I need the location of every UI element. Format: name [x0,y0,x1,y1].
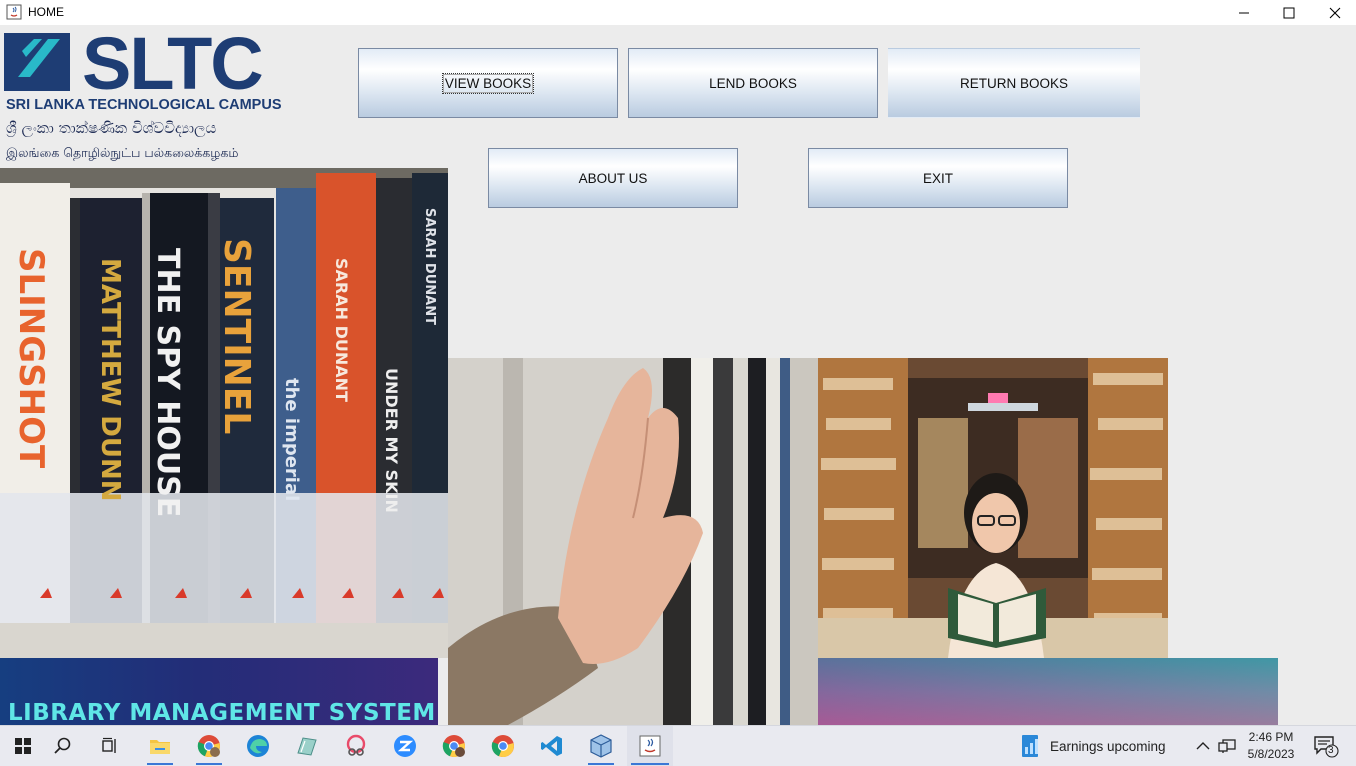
logo-tamil-text: இலங்கை தொழில்நுட்ப பல்கலைக்கழகம் [6,145,239,160]
notes-icon [297,737,317,756]
girl-reading-illustration [818,358,1168,658]
virtualbox-button[interactable] [578,726,624,766]
hand-on-shelf-image [448,358,818,725]
taskbar: Earnings upcoming 2:46 PM 5/8/2023 3 [0,725,1356,766]
lend-books-label: LEND BOOKS [709,75,797,91]
clock-date: 5/8/2023 [1247,747,1295,761]
zoom-icon [394,735,416,757]
system-clock[interactable]: 2:46 PM 5/8/2023 [1240,729,1302,763]
windows-icon [15,738,31,754]
news-widget-label: Earnings upcoming [1050,738,1166,754]
clock-time: 2:46 PM [1248,730,1294,744]
book-spines-illustration: SLINGSHOT MATTHEW DUNN THE SPY HOUSE SEN… [0,168,448,658]
zoom-button[interactable] [382,726,428,766]
notification-icon [1314,736,1339,758]
file-explorer-button[interactable] [137,726,183,766]
network-icon [1218,739,1236,753]
stock-chart-icon [1022,735,1038,757]
task-view-icon [102,737,116,753]
chevron-up-icon [1196,742,1210,750]
vscode-button[interactable] [529,726,575,766]
spine-title-7: UNDER MY SKIN [382,368,401,513]
spine-title-2: MATTHEW DUNN [95,258,125,502]
title-bar: HOME [0,0,1356,25]
spine-title-4: SENTINEL [216,238,257,434]
close-button[interactable] [1312,0,1356,25]
search-button[interactable] [40,726,86,766]
notes-app-button[interactable] [284,726,330,766]
search-icon [54,737,71,754]
java-icon [639,735,661,757]
logo-brand-text: SLTC [82,25,264,105]
spine-title-3: THE SPY HOUSE [150,248,185,517]
exit-button[interactable]: EXIT [808,148,1068,208]
snipping-tool-button[interactable] [333,726,379,766]
chrome-icon [491,735,514,758]
show-hidden-icons-button[interactable] [1190,726,1216,766]
vscode-icon [541,736,562,756]
girl-reading-image [818,358,1168,658]
chrome-icon [197,735,220,758]
close-icon [1329,7,1341,18]
window-title: HOME [28,5,64,19]
chrome-profile-button[interactable] [186,726,232,766]
folder-icon [150,740,170,754]
lend-books-button[interactable]: LEND BOOKS [628,48,878,118]
maximize-icon [1283,7,1295,18]
logo-subtitle: SRI LANKA TECHNOLOGICAL CAMPUS [6,97,282,113]
edge-icon [247,735,269,757]
java-app-icon [6,4,22,20]
chrome-profile-2-button[interactable] [431,726,477,766]
spine-title-5: the imperial [281,378,302,501]
about-us-button[interactable]: ABOUT US [488,148,738,208]
about-us-label: ABOUT US [578,170,648,186]
java-app-taskbar-button[interactable] [627,726,673,766]
chrome-icon [442,735,465,758]
network-button[interactable] [1214,726,1240,766]
minimize-icon [1239,12,1249,13]
library-banner: LIBRARY MANAGEMENT SYSTEM [0,658,438,725]
spine-title-1: SLINGSHOT [11,248,51,469]
hand-on-shelf-illustration [448,358,818,725]
virtualbox-icon [590,734,612,758]
sltc-logo-mark-icon [4,33,70,91]
edge-button[interactable] [235,726,281,766]
task-view-button[interactable] [87,726,133,766]
minimize-button[interactable] [1221,0,1267,25]
gradient-banner [818,658,1278,725]
notification-center-button[interactable]: 3 [1306,726,1346,766]
exit-label: EXIT [922,170,953,186]
maximize-button[interactable] [1266,0,1312,25]
view-books-label: VIEW BOOKS [441,72,535,94]
logo-sinhala-text: ශ්‍රී ලංකා තාක්ෂණික විශ්වවිද්‍යාලය [6,119,217,137]
snipping-tool-icon [346,734,366,756]
book-spines-image: SLINGSHOT MATTHEW DUNN THE SPY HOUSE SEN… [0,168,448,658]
spine-title-6: SARAH DUNANT [332,258,351,402]
news-widget[interactable]: Earnings upcoming [1020,726,1166,766]
spine-title-8: SARAH DUNANT [422,208,437,325]
view-books-button[interactable]: VIEW BOOKS [358,48,618,118]
chrome-button[interactable] [480,726,526,766]
notification-count: 3 [1328,745,1334,756]
banner-title: LIBRARY MANAGEMENT SYSTEM [8,700,436,725]
main-panel: SLTC SRI LANKA TECHNOLOGICAL CAMPUS ශ්‍ර… [0,25,1356,725]
return-books-button[interactable]: RETURN BOOKS [888,48,1140,118]
sltc-logo: SLTC SRI LANKA TECHNOLOGICAL CAMPUS ශ්‍ර… [4,25,294,165]
return-books-label: RETURN BOOKS [959,75,1068,91]
